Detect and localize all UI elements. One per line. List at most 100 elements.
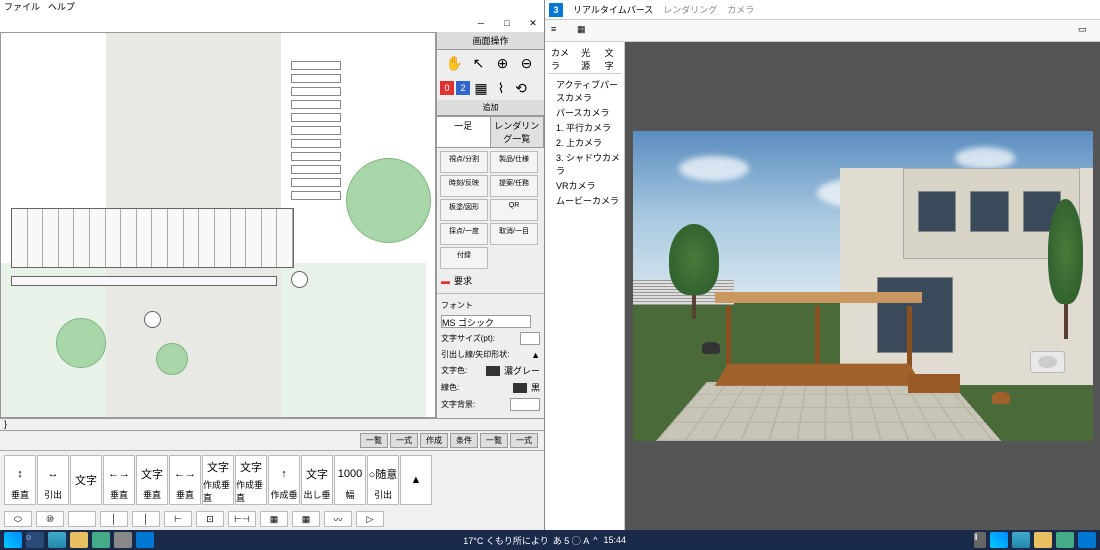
dim-btn-5[interactable]: ←→垂直 — [169, 455, 201, 505]
task-app1-2[interactable] — [1056, 532, 1074, 548]
start-button-2[interactable] — [990, 532, 1008, 548]
request-icon[interactable]: ▬ — [441, 276, 450, 286]
textcolor-swatch[interactable] — [486, 366, 500, 376]
shape-ellipse[interactable]: ⬭ — [4, 511, 32, 527]
shape-line-v[interactable]: │ — [100, 511, 128, 527]
select-tool-icon[interactable]: ↖ — [470, 54, 488, 72]
render-viewport[interactable] — [625, 42, 1100, 530]
link-icon[interactable]: ⌇ — [492, 79, 510, 97]
list-view-icon[interactable]: ≡ — [551, 24, 567, 38]
font-select[interactable]: MS ゴシック — [441, 315, 531, 328]
task-search[interactable]: ○ — [26, 532, 44, 548]
btab-4[interactable]: 一覧 — [480, 433, 508, 448]
menu-help[interactable]: ヘルプ — [48, 0, 75, 14]
grid-btn-3[interactable]: 提案/任務 — [490, 175, 538, 197]
task-app3[interactable] — [136, 532, 154, 548]
grid-btn-0[interactable]: 視点/分割 — [440, 151, 488, 173]
dim-btn-3[interactable]: ←→垂直 — [103, 455, 135, 505]
dim-btn-11[interactable]: ○随意引出 — [367, 455, 399, 505]
dim-btn-9[interactable]: 文字出し垂 — [301, 455, 333, 505]
bg-select[interactable] — [510, 398, 540, 411]
btab-0[interactable]: 一覧 — [360, 433, 388, 448]
task-edge[interactable] — [48, 532, 66, 548]
shape-wave[interactable]: 〰 — [324, 511, 352, 527]
dim-btn-4[interactable]: 文字垂直 — [136, 455, 168, 505]
shape-brick[interactable]: ▦ — [260, 511, 288, 527]
settings-icon[interactable]: ▭ — [1078, 24, 1094, 38]
start-button[interactable] — [4, 532, 22, 548]
title-tab-1[interactable]: カメラ — [727, 3, 754, 16]
request-btn[interactable]: 要求 — [454, 274, 472, 287]
tray-chevron-icon[interactable]: ^ — [593, 535, 597, 545]
shape-blank[interactable] — [68, 511, 96, 527]
tree-item-2[interactable]: 1. 平行カメラ — [548, 120, 621, 135]
task-explorer[interactable] — [70, 532, 88, 548]
linecolor-swatch[interactable] — [513, 383, 527, 393]
grid-view-icon[interactable]: ▦ — [577, 24, 593, 38]
tree-item-4[interactable]: 3. シャドウカメラ — [548, 150, 621, 178]
task-app3-2[interactable] — [1078, 532, 1096, 548]
close-button[interactable]: ✕ — [526, 16, 540, 30]
dim-btn-0[interactable]: ↕垂直 — [4, 455, 36, 505]
dim-btn-8[interactable]: ↑作成垂 — [268, 455, 300, 505]
grid-btn-6[interactable]: 採点/一度 — [440, 223, 488, 245]
zoom-out-icon[interactable]: ⊖ — [518, 54, 536, 72]
shape-triangle[interactable]: ▷ — [356, 511, 384, 527]
dim-btn-12[interactable]: ▲ — [400, 455, 432, 505]
grid-btn-2[interactable]: 時刻/反映 — [440, 175, 488, 197]
tree-item-6[interactable]: ムービーカメラ — [548, 193, 621, 208]
tree-tab-light[interactable]: 光源 — [578, 45, 597, 73]
minimize-button[interactable]: ─ — [474, 16, 488, 30]
grid-btn-1[interactable]: 製品/仕様 — [490, 151, 538, 173]
ime-indicator[interactable]: あ 5 ◯ A — [553, 534, 590, 547]
tree-item-0[interactable]: アクティブパースカメラ — [548, 77, 621, 105]
tab-render-list[interactable]: レンダリング一覧 — [491, 117, 545, 147]
plan-canvas[interactable] — [0, 32, 436, 418]
task-app2[interactable] — [114, 532, 132, 548]
shape-brick2[interactable]: ▦ — [292, 511, 320, 527]
maximize-button[interactable]: □ — [500, 16, 514, 30]
weather-widget[interactable]: 17°C くもり所により — [463, 534, 548, 547]
linecolor-label: 線色: — [441, 382, 509, 393]
count-red[interactable]: 0 — [440, 81, 454, 95]
tree-item-5[interactable]: VRカメラ — [548, 178, 621, 193]
shape-dot[interactable]: ⊡ — [196, 511, 224, 527]
refresh-icon[interactable]: ⟲ — [512, 79, 530, 97]
tree-tab-camera[interactable]: カメラ — [548, 45, 574, 73]
shape-h[interactable]: ⊢⊣ — [228, 511, 256, 527]
btab-2[interactable]: 作成 — [420, 433, 448, 448]
arrow-icon[interactable]: ▲ — [531, 350, 540, 360]
tree-item-1[interactable]: パースカメラ — [548, 105, 621, 120]
btab-1[interactable]: 一式 — [390, 433, 418, 448]
shape-ellipse-num[interactable]: ⑩ — [36, 511, 64, 527]
dim-btn-6[interactable]: 文字作成垂直 — [202, 455, 234, 505]
dim-btn-1[interactable]: ↔引出 — [37, 455, 69, 505]
task-app1[interactable] — [92, 532, 110, 548]
dim-btn-7[interactable]: 文字作成垂直 — [235, 455, 267, 505]
task-sep[interactable]: ‖ — [974, 532, 986, 548]
dim-btn-10[interactable]: 1000幅 — [334, 455, 366, 505]
clock-time[interactable]: 15:44 — [603, 535, 626, 545]
shape-marker[interactable]: ⊢ — [164, 511, 192, 527]
pan-tool-icon[interactable]: ✋ — [446, 54, 464, 72]
size-input[interactable] — [520, 332, 540, 345]
grid-btn-4[interactable]: 板塗/図形 — [440, 199, 488, 221]
shape-line-v2[interactable]: │ — [132, 511, 160, 527]
grid-btn-7[interactable]: 取消/一目 — [490, 223, 538, 245]
title-tab-0[interactable]: レンダリング — [663, 3, 717, 16]
layers-icon[interactable]: ▦ — [472, 79, 490, 97]
btab-3[interactable]: 条件 — [450, 433, 478, 448]
tree-tab-text[interactable]: 文字 — [602, 45, 621, 73]
menu-file[interactable]: ファイル — [4, 0, 40, 14]
tab-view[interactable]: 一足 — [437, 117, 491, 147]
action-grid: 視点/分割 製品/仕様 時刻/反映 提案/任務 板塗/図形 QR 採点/一度 取… — [437, 148, 544, 272]
grid-btn-8[interactable]: 付録 — [440, 247, 488, 269]
count-blue[interactable]: 2 — [456, 81, 470, 95]
dim-btn-2[interactable]: 文字 — [70, 455, 102, 505]
grid-btn-5[interactable]: QR — [490, 199, 538, 221]
tree-item-3[interactable]: 2. 上カメラ — [548, 135, 621, 150]
task-explorer-2[interactable] — [1034, 532, 1052, 548]
task-edge-2[interactable] — [1012, 532, 1030, 548]
zoom-in-icon[interactable]: ⊕ — [494, 54, 512, 72]
btab-5[interactable]: 一式 — [510, 433, 538, 448]
